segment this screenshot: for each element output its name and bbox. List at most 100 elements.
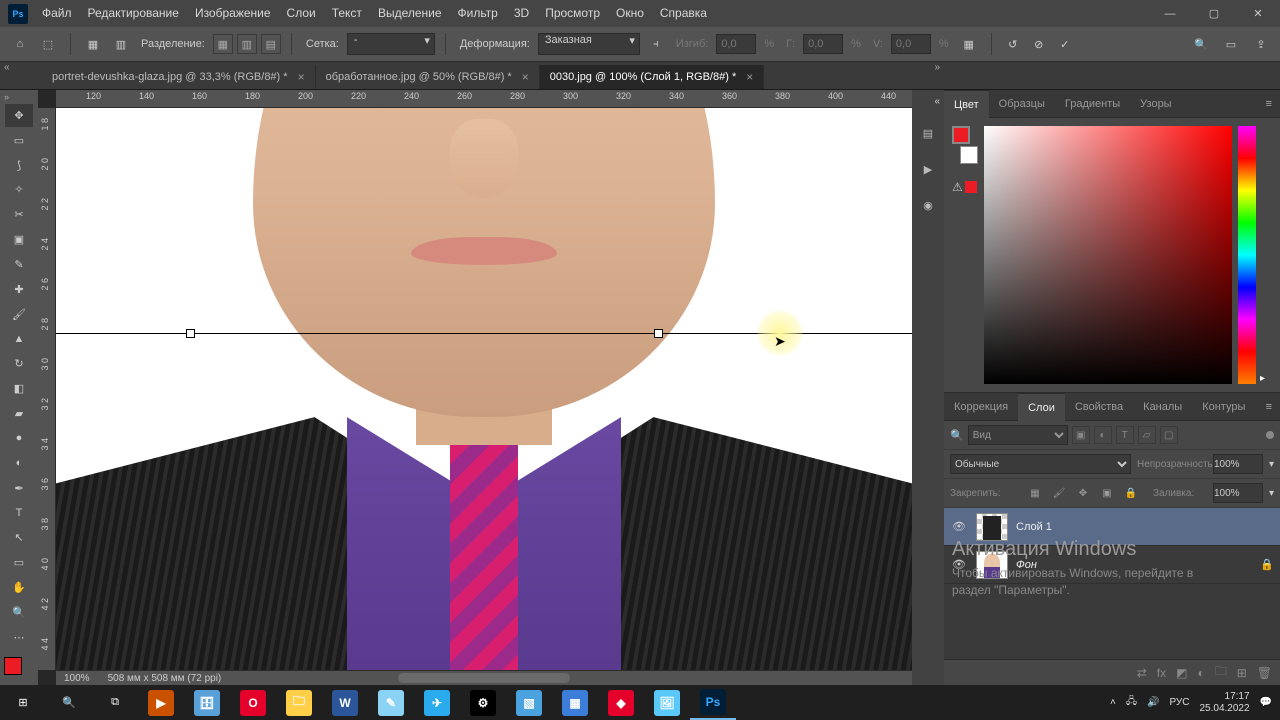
menu-layers[interactable]: Слои xyxy=(279,0,324,27)
taskbar-app-calc[interactable]: ▦ xyxy=(552,685,598,720)
edit-toolbar-icon[interactable]: ⋯ xyxy=(5,626,33,649)
system-tray[interactable]: ˄ 🖧 🔊 РУС 17:17 25.04.2022 💬 xyxy=(1110,691,1280,715)
menu-text[interactable]: Текст xyxy=(324,0,370,27)
grid-split-icon[interactable]: ▦ xyxy=(81,32,105,56)
layer-thumbnail[interactable] xyxy=(976,513,1008,541)
wand-tool-icon[interactable]: ✧ xyxy=(5,179,33,202)
color-picker-field[interactable] xyxy=(984,126,1232,384)
tab-channels[interactable]: Каналы xyxy=(1133,393,1192,421)
h-input[interactable]: 0,0 xyxy=(803,34,843,54)
search-icon[interactable]: 🔍 xyxy=(950,429,964,442)
shape-tool-icon[interactable]: ▭ xyxy=(5,551,33,574)
taskbar-app-notes[interactable]: ✎ xyxy=(368,685,414,720)
taskbar-app-any[interactable]: ◆ xyxy=(598,685,644,720)
crop-tool-icon[interactable]: ✂ xyxy=(5,203,33,226)
close-icon[interactable]: × xyxy=(746,70,753,84)
link-layers-icon[interactable]: ⇄ xyxy=(1137,666,1147,680)
lock-paint-icon[interactable]: 🖌 xyxy=(1050,484,1068,502)
tray-network-icon[interactable]: 🖧 xyxy=(1126,694,1137,711)
panel-menu-icon[interactable]: ≡ xyxy=(1258,90,1280,118)
opacity-chevron-icon[interactable]: ▾ xyxy=(1269,459,1274,470)
arrange-icon[interactable]: ▭ xyxy=(1220,33,1242,55)
tab-swatches[interactable]: Образцы xyxy=(989,90,1055,118)
menu-select[interactable]: Выделение xyxy=(370,0,450,27)
taskbar-app-photoshop[interactable]: Ps xyxy=(690,685,736,720)
foreground-swatch[interactable] xyxy=(952,126,970,144)
opacity-input[interactable] xyxy=(1213,454,1263,474)
menu-view[interactable]: Просмотр xyxy=(537,0,608,27)
collapse-tools-icon[interactable]: » xyxy=(4,92,9,102)
zoom-tool-icon[interactable]: 🔍 xyxy=(5,601,33,624)
tray-notification-icon[interactable]: 💬 xyxy=(1260,697,1272,708)
move-tool-icon[interactable]: ✥ xyxy=(5,104,33,127)
gamut-warning-icon[interactable]: ⚠ xyxy=(952,180,978,194)
taskbar-app-archive[interactable]: 🗄 xyxy=(184,685,230,720)
zoom-readout[interactable]: 100% xyxy=(64,673,90,684)
group-icon[interactable]: 🗀 xyxy=(1215,662,1227,683)
brush-tool-icon[interactable]: 🖌 xyxy=(5,303,33,326)
expand-strip-icon[interactable]: « xyxy=(934,96,940,107)
eyedropper-tool-icon[interactable]: ✎ xyxy=(5,253,33,276)
libraries-panel-icon[interactable]: ◉ xyxy=(918,195,938,215)
filter-adjust-icon[interactable]: ◐ xyxy=(1094,426,1112,444)
filter-pixel-icon[interactable]: ▣ xyxy=(1072,426,1090,444)
menu-file[interactable]: Файл xyxy=(34,0,80,27)
split-horiz-icon[interactable]: ▥ xyxy=(237,34,257,54)
filter-type-icon[interactable]: T xyxy=(1116,426,1134,444)
lock-pixels-icon[interactable]: ▦ xyxy=(1026,484,1044,502)
ruler-horizontal[interactable]: 1201401601802002202402602803003203403603… xyxy=(56,90,912,108)
grid-split-icon2[interactable]: ▥ xyxy=(109,32,133,56)
menu-edit[interactable]: Редактирование xyxy=(80,0,187,27)
fill-input[interactable] xyxy=(1213,483,1263,503)
fill-chevron-icon[interactable]: ▾ xyxy=(1269,488,1274,499)
lock-icon[interactable]: 🔒 xyxy=(1260,558,1274,571)
collapse-right-icon[interactable]: » xyxy=(934,62,940,73)
taskbar-app-telegram[interactable]: ✈ xyxy=(414,685,460,720)
taskbar-app-explorer[interactable]: 🗀 xyxy=(276,685,322,720)
search-icon[interactable]: 🔍 xyxy=(1190,33,1212,55)
taskbar-app-word[interactable]: W xyxy=(322,685,368,720)
fx-icon[interactable]: fx xyxy=(1157,666,1166,680)
blend-mode-select[interactable]: Обычные xyxy=(950,454,1131,474)
hand-tool-icon[interactable]: ✋ xyxy=(5,576,33,599)
taskbar-app-image[interactable]: ▧ xyxy=(506,685,552,720)
doc-tab-1[interactable]: обработанное.jpg @ 50% (RGB/8#) *× xyxy=(316,65,540,89)
window-restore[interactable]: ▢ xyxy=(1192,0,1236,27)
heal-tool-icon[interactable]: ✚ xyxy=(5,278,33,301)
tray-time[interactable]: 17:17 xyxy=(1199,691,1249,703)
visibility-icon[interactable]: 👁 xyxy=(950,520,968,533)
doc-tab-0[interactable]: portret-devushka-glaza.jpg @ 33,3% (RGB/… xyxy=(42,65,316,89)
menu-image[interactable]: Изображение xyxy=(187,0,279,27)
doc-tab-2[interactable]: 0030.jpg @ 100% (Слой 1, RGB/8#) *× xyxy=(540,65,765,89)
background-swatch[interactable] xyxy=(960,146,978,164)
tab-properties[interactable]: Свойства xyxy=(1065,393,1133,421)
close-icon[interactable]: × xyxy=(298,70,305,84)
canvas[interactable]: ➤ xyxy=(56,108,912,670)
menu-window[interactable]: Окно xyxy=(608,0,652,27)
tray-date[interactable]: 25.04.2022 xyxy=(1199,703,1249,715)
path-select-icon[interactable]: ↖ xyxy=(5,526,33,549)
stamp-tool-icon[interactable]: ▲ xyxy=(5,328,33,351)
panel-menu-icon[interactable]: ≡ xyxy=(1258,393,1280,421)
pen-tool-icon[interactable]: ✒ xyxy=(5,477,33,500)
adjustment-icon[interactable]: ◐ xyxy=(1197,666,1204,680)
menu-help[interactable]: Справка xyxy=(652,0,715,27)
color-swatches[interactable] xyxy=(4,657,34,686)
history-panel-icon[interactable]: ▤ xyxy=(918,123,938,143)
lock-position-icon[interactable]: ✥ xyxy=(1074,484,1092,502)
tab-layers[interactable]: Слои xyxy=(1018,393,1065,421)
close-icon[interactable]: × xyxy=(522,70,529,84)
share-icon[interactable]: ⇪ xyxy=(1250,33,1272,55)
tray-lang[interactable]: РУС xyxy=(1169,697,1189,708)
tab-paths[interactable]: Контуры xyxy=(1192,393,1255,421)
collapse-left-icon[interactable]: « xyxy=(4,62,10,73)
gradient-tool-icon[interactable]: ▰ xyxy=(5,402,33,425)
layer-name[interactable]: Слой 1 xyxy=(1016,521,1052,533)
window-close[interactable]: ✕ xyxy=(1236,0,1280,27)
type-tool-icon[interactable]: T xyxy=(5,502,33,525)
v-input[interactable]: 0,0 xyxy=(891,34,931,54)
ruler-vertical[interactable]: 1 82 02 22 42 62 83 03 23 43 63 84 04 24… xyxy=(38,108,56,670)
filter-toggle[interactable] xyxy=(1266,431,1274,439)
transform-icon[interactable]: ⬚ xyxy=(36,32,60,56)
blur-tool-icon[interactable]: ● xyxy=(5,427,33,450)
